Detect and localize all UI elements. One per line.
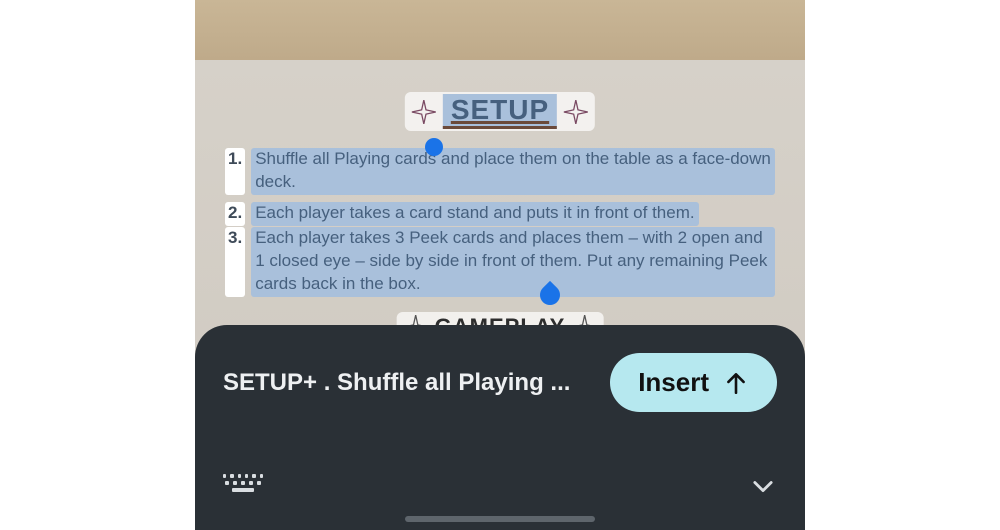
instruction-line: 3. Each player takes 3 Peek cards and pl… <box>225 225 775 297</box>
keyboard-icon[interactable] <box>223 474 263 498</box>
selection-start-handle[interactable] <box>425 138 443 156</box>
text-capture-sheet: SETUP+ . Shuffle all Playing ... Insert <box>195 325 805 530</box>
recognized-text-preview: SETUP+ . Shuffle all Playing ... <box>223 369 592 397</box>
insert-button[interactable]: Insert <box>610 353 777 412</box>
list-number: 1. <box>225 148 245 195</box>
instruction-line: 1. Shuffle all Playing cards and place t… <box>225 146 775 195</box>
instruction-text: Each player takes a card stand and puts … <box>251 202 698 226</box>
chevron-down-icon[interactable] <box>749 472 777 500</box>
instruction-text: Shuffle all Playing cards and place them… <box>251 148 775 195</box>
section-title: SETUP <box>443 94 557 129</box>
home-indicator <box>405 516 595 522</box>
sparkle-icon <box>563 99 589 125</box>
list-number: 2. <box>225 202 245 226</box>
instruction-text: Each player takes 3 Peek cards and place… <box>251 227 775 297</box>
section-header-band: SETUP <box>405 92 595 131</box>
sparkle-icon <box>411 99 437 125</box>
insert-button-label: Insert <box>638 367 709 398</box>
list-number: 3. <box>225 227 245 297</box>
camera-text-capture-view: SETUP 1. Shuffle all Playing cards and p… <box>195 0 805 530</box>
instruction-line: 2. Each player takes a card stand and pu… <box>225 200 775 226</box>
arrow-up-icon <box>723 370 749 396</box>
